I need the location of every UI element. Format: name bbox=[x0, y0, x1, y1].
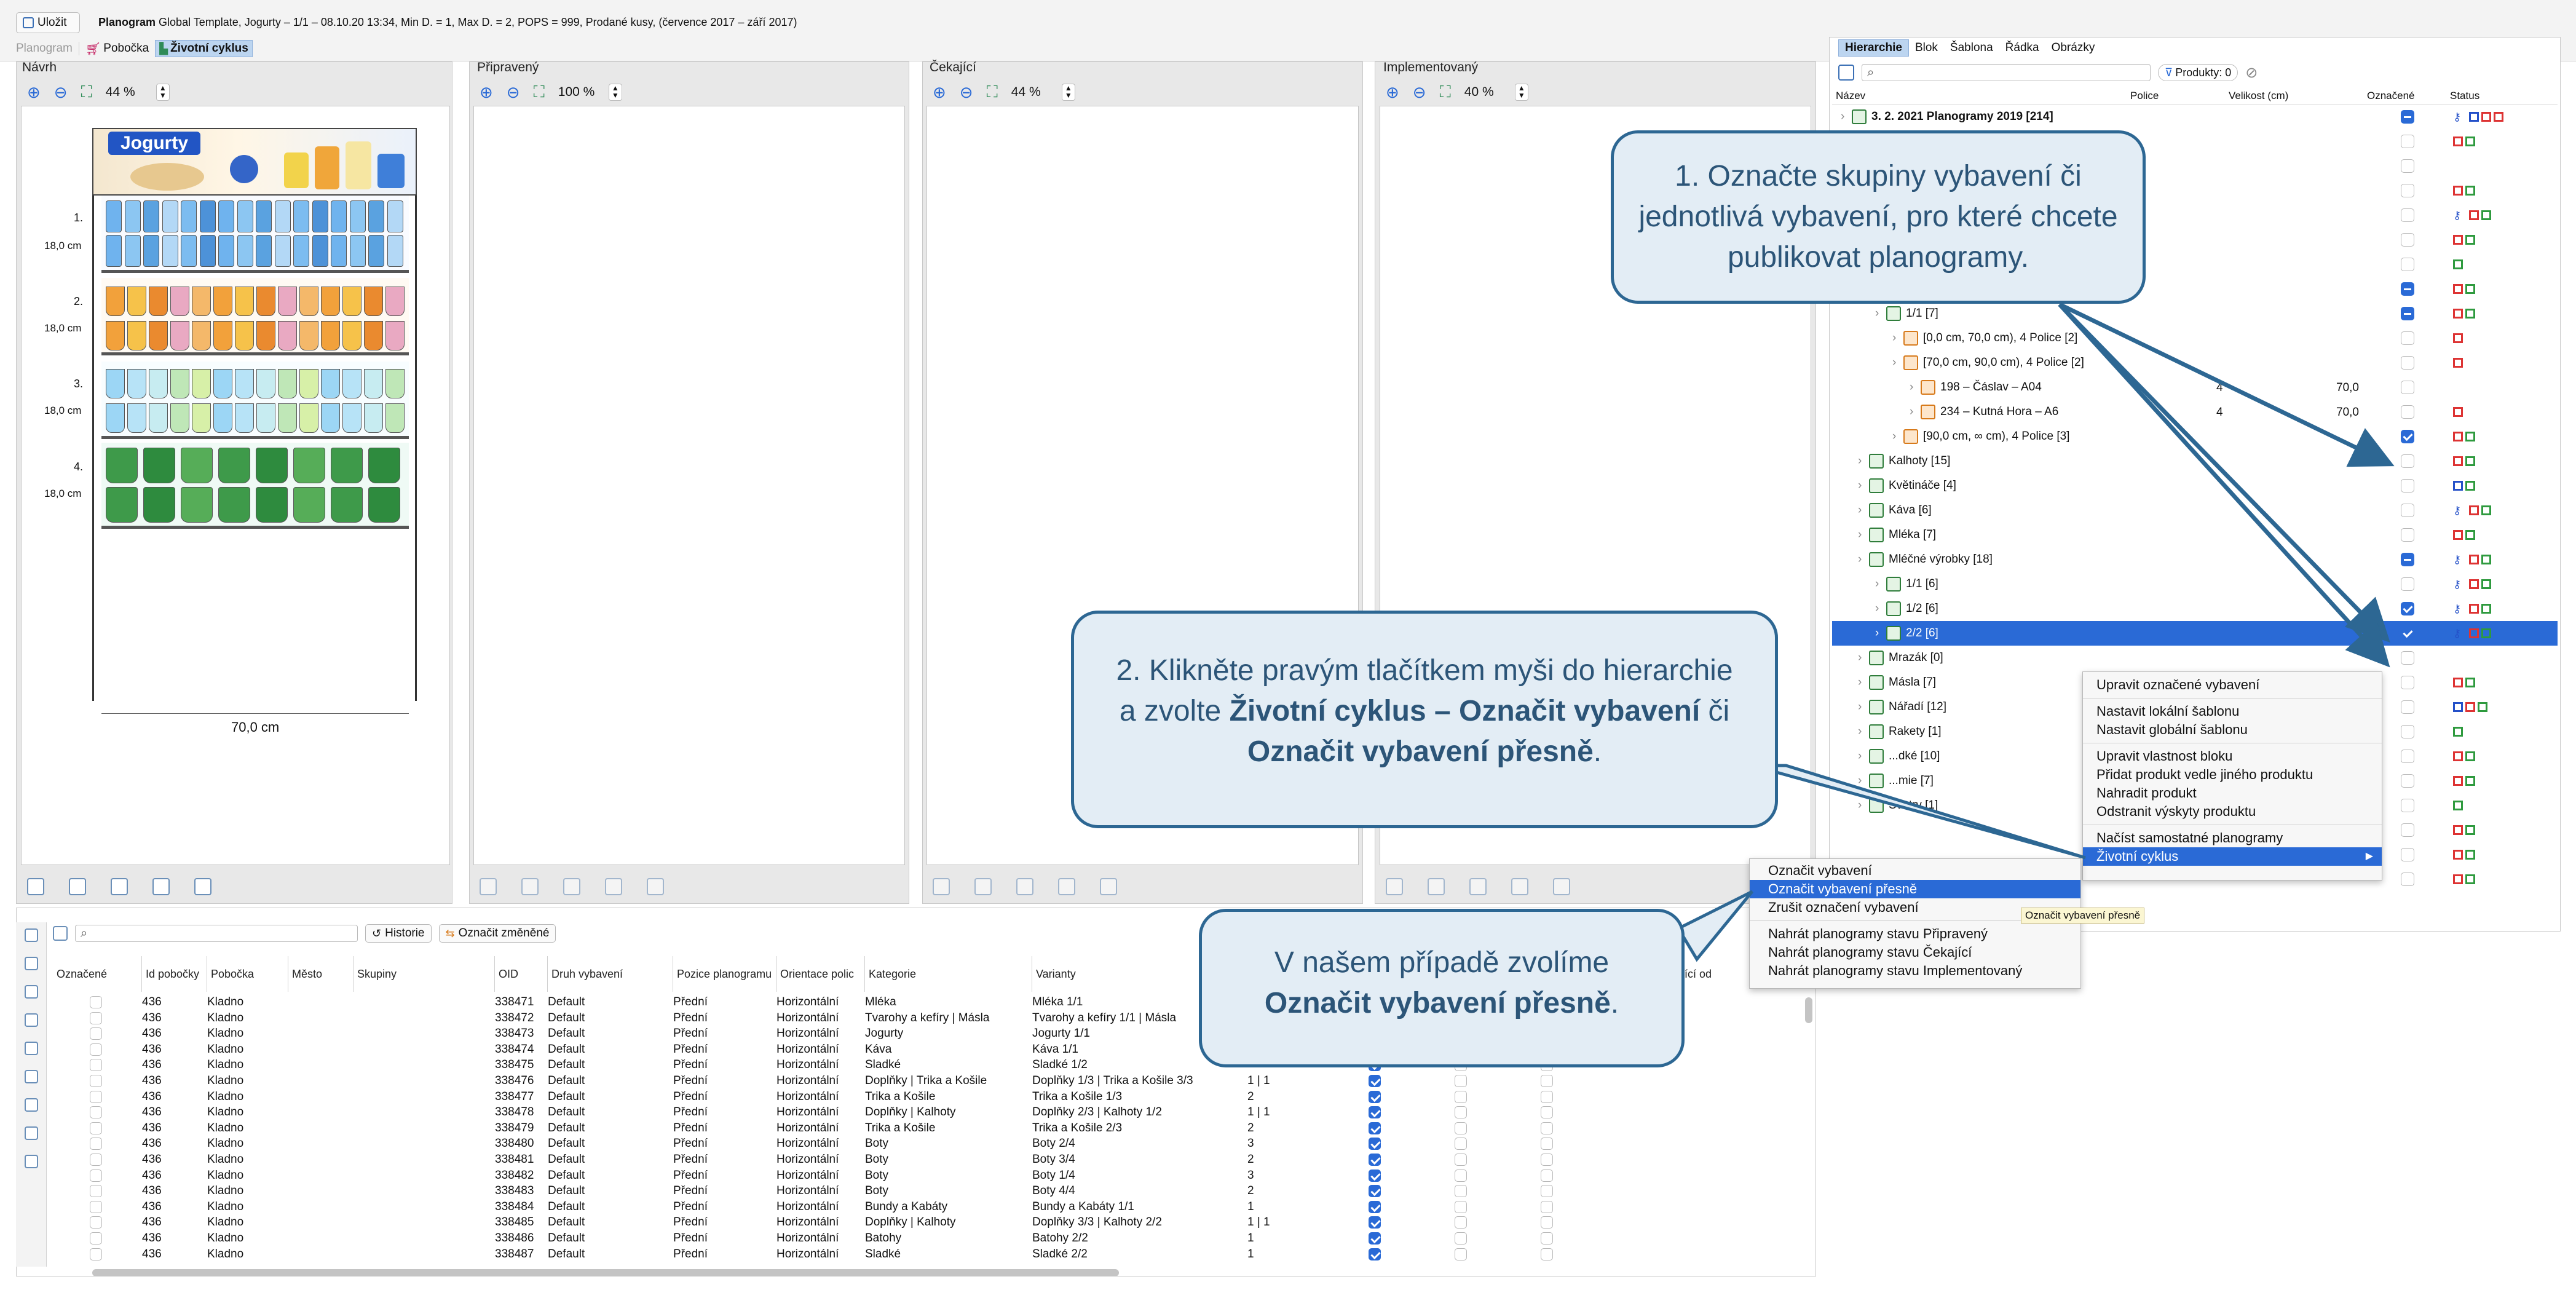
callout-step-1-text: 1. Označte skupiny vybavení či jednotliv… bbox=[1638, 160, 2118, 274]
callout-step-3-text-a: V našem případě zvolíme bbox=[1274, 946, 1610, 979]
callout-step-3: V našem případě zvolíme Označit vybavení… bbox=[1199, 909, 1685, 1067]
callout-3-pointer bbox=[1676, 890, 1753, 962]
callout-2-pointer bbox=[1752, 764, 2086, 860]
callout-step-3-text-b: . bbox=[1610, 987, 1619, 1019]
callout-step-2: 2. Klikněte pravým tlačítkem myši do hie… bbox=[1071, 611, 1778, 828]
callout-1-arrows bbox=[2058, 302, 2395, 668]
callout-step-2-text-c: . bbox=[1593, 735, 1602, 768]
callout-step-3-bold: Označit vybavení přesně bbox=[1264, 987, 1611, 1019]
callout-step-2-text-b: či bbox=[1700, 695, 1730, 727]
callout-step-2-bold-b: Označit vybavení přesně bbox=[1247, 735, 1594, 768]
callout-step-1: 1. Označte skupiny vybavení či jednotliv… bbox=[1611, 130, 2146, 304]
callout-step-2-bold-a: Životní cyklus – Označit vybavení bbox=[1229, 695, 1701, 727]
